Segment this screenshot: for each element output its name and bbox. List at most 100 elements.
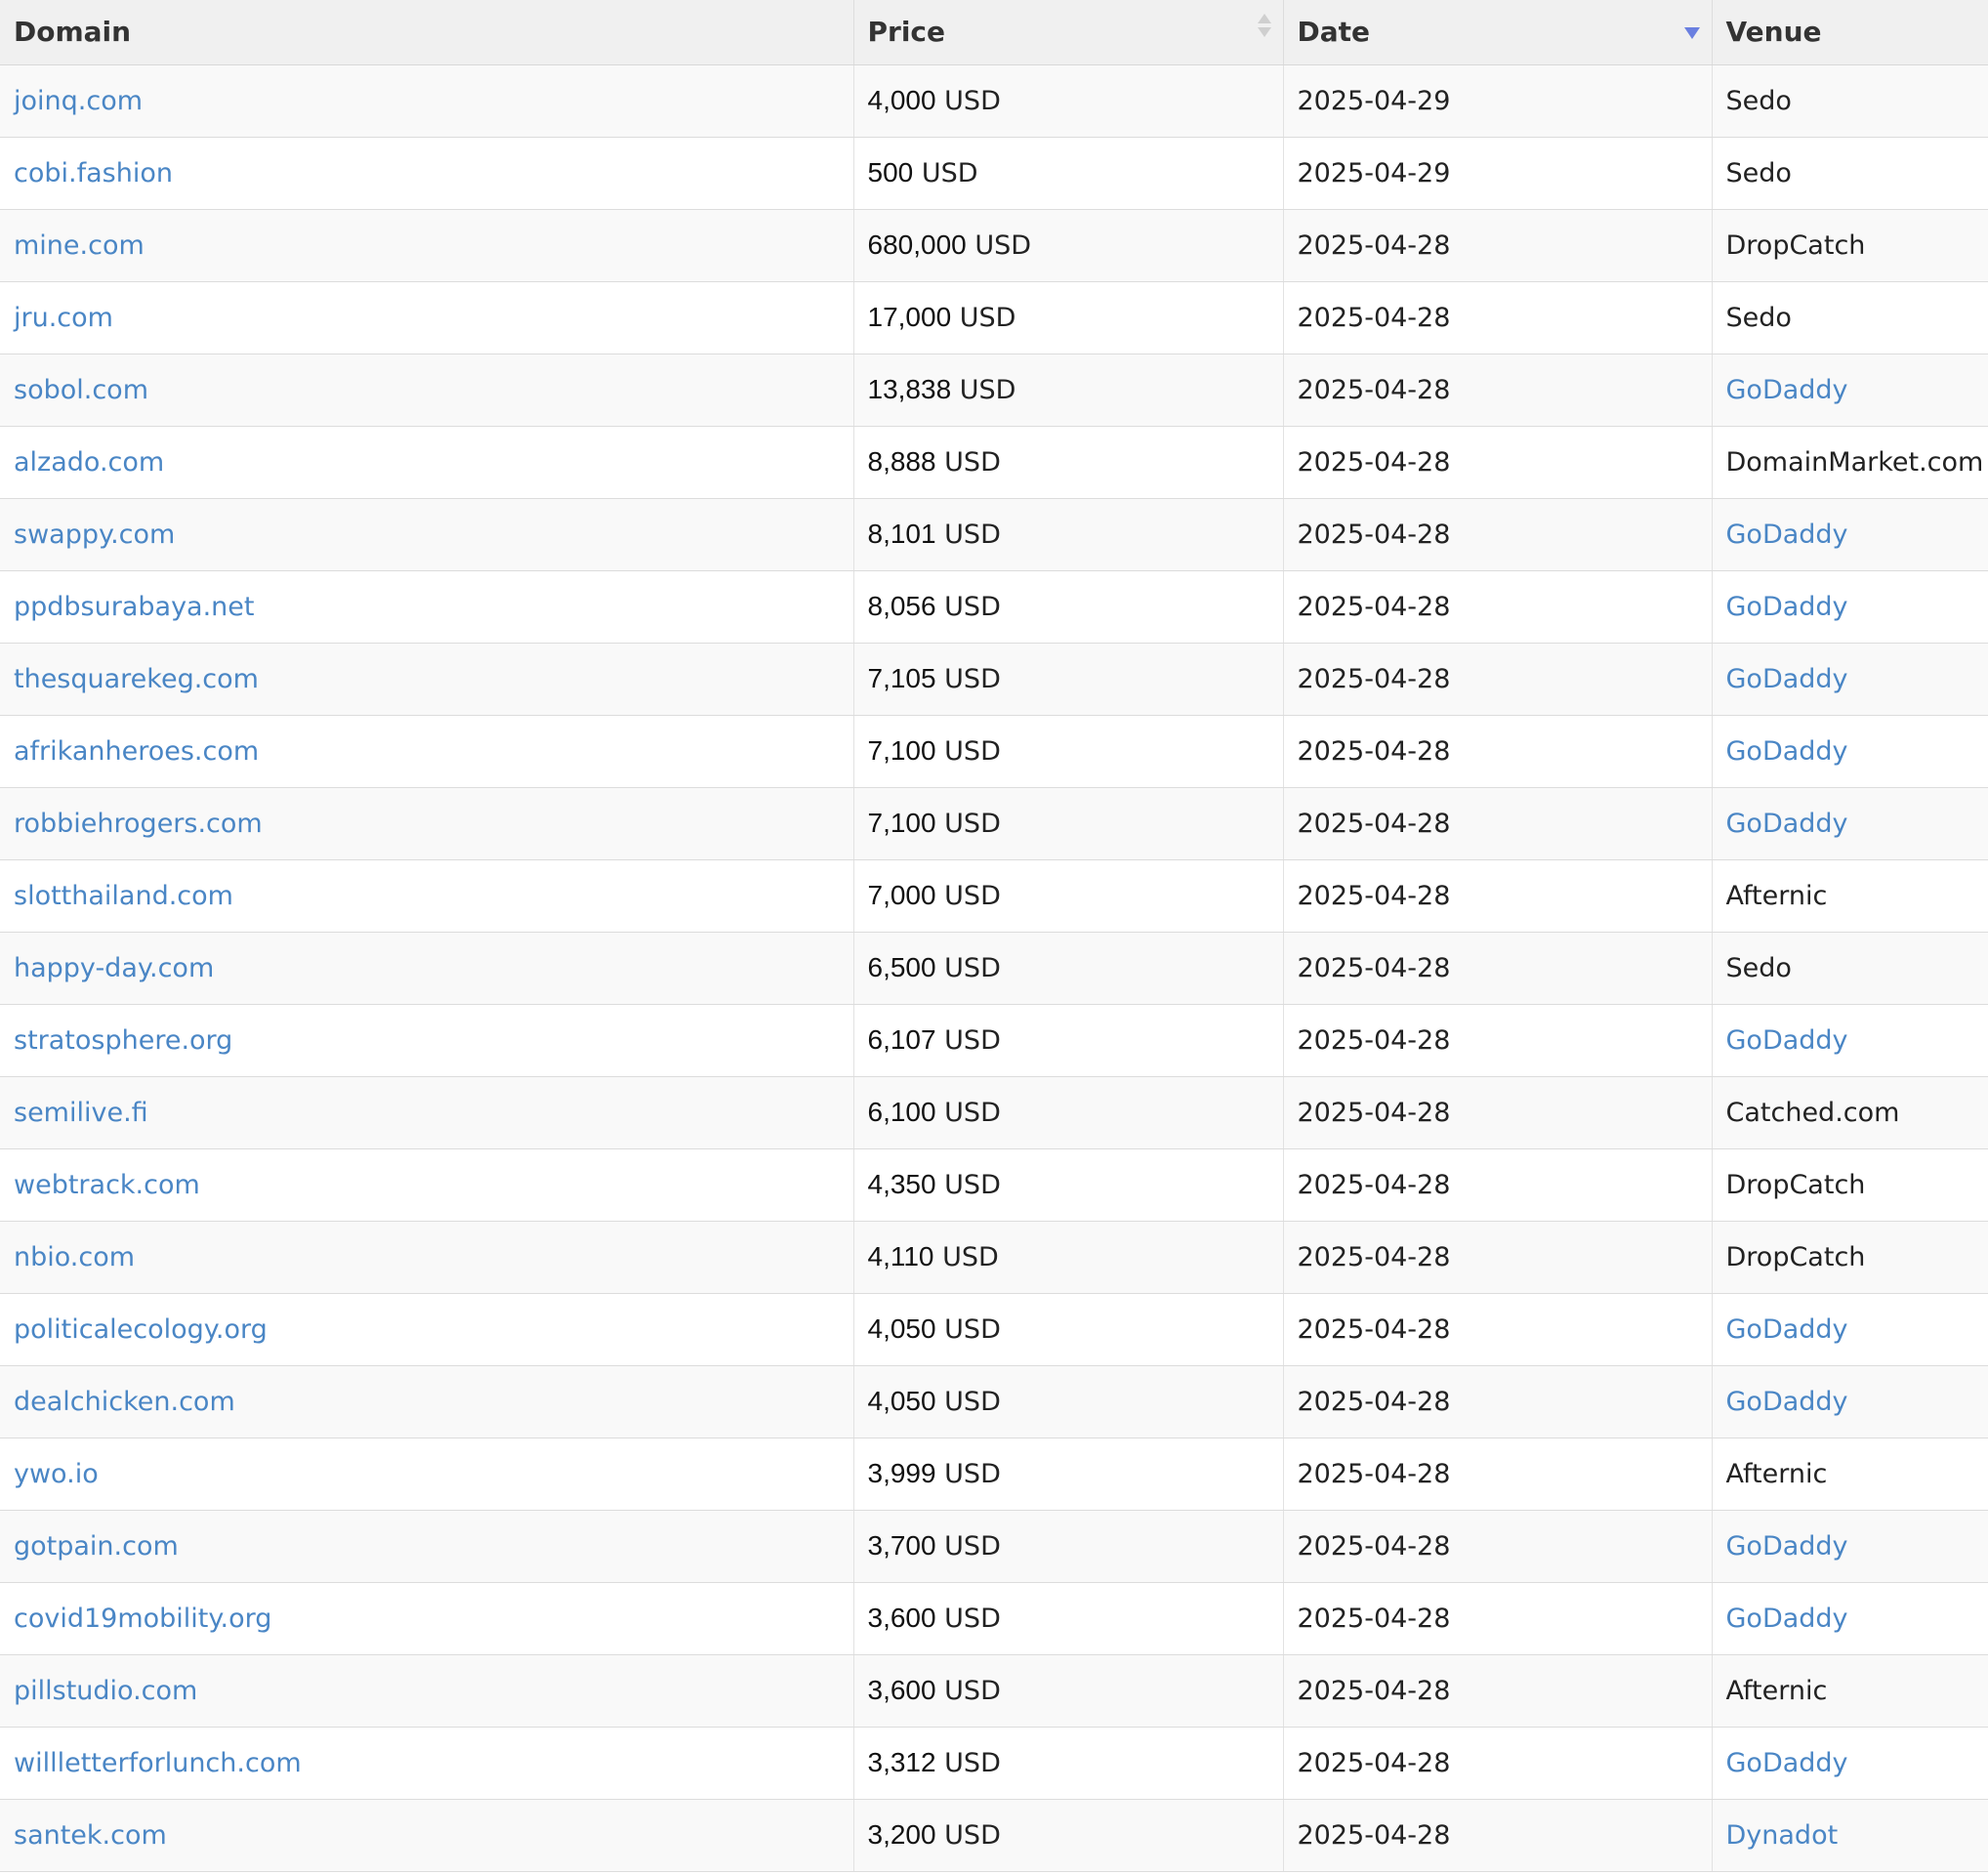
price-currency: USD <box>944 447 1001 478</box>
table-row: cobi.fashion 500 USD 2025-04-29 Sedo <box>0 137 1988 210</box>
domain-link[interactable]: politicalecology.org <box>14 1314 268 1345</box>
column-header-price[interactable]: Price <box>852 0 1283 65</box>
price-currency: USD <box>944 1820 1001 1851</box>
price-amount: 4,050 <box>867 1313 936 1344</box>
price-currency: USD <box>959 375 1016 405</box>
domain-cell: jru.com <box>0 281 853 354</box>
table-body: joinq.com 4,000 USD 2025-04-29 Sedo cobi.fas… <box>0 64 1988 1872</box>
table-row: mine.com 680,000 USD 2025-04-28 DropCatch <box>0 209 1988 282</box>
price-currency: USD <box>944 1459 1001 1489</box>
venue-link[interactable]: GoDaddy <box>1726 736 1848 767</box>
sort-descending-icon[interactable] <box>1683 27 1700 39</box>
venue-cell: Sedo <box>1711 64 1988 138</box>
venue-cell: DropCatch <box>1711 1221 1988 1294</box>
price-cell: 3,312 USD <box>852 1727 1283 1800</box>
domain-link[interactable]: swappy.com <box>14 520 175 550</box>
price-currency: USD <box>944 809 1001 839</box>
domain-link[interactable]: joinq.com <box>14 86 143 116</box>
venue-link[interactable]: GoDaddy <box>1726 1025 1848 1056</box>
domain-link[interactable]: dealchicken.com <box>14 1387 235 1417</box>
date-cell: 2025-04-28 <box>1282 787 1712 860</box>
table-row: jru.com 17,000 USD 2025-04-28 Sedo <box>0 281 1988 354</box>
venue-link[interactable]: GoDaddy <box>1726 809 1848 839</box>
price-amount: 680,000 <box>867 229 967 260</box>
venue-link[interactable]: GoDaddy <box>1726 1748 1848 1778</box>
date-cell: 2025-04-28 <box>1282 426 1712 499</box>
domain-link[interactable]: santek.com <box>14 1820 167 1851</box>
venue-link[interactable]: GoDaddy <box>1726 592 1848 622</box>
domain-link[interactable]: slotthailand.com <box>14 881 233 911</box>
domain-link[interactable]: afrikanheroes.com <box>14 736 259 767</box>
price-currency: USD <box>974 230 1032 261</box>
price-amount: 3,999 <box>867 1458 936 1488</box>
domain-link[interactable]: pillstudio.com <box>14 1676 197 1706</box>
venue-link[interactable]: GoDaddy <box>1726 1314 1848 1345</box>
price-currency: USD <box>944 664 1001 694</box>
price-amount: 6,100 <box>867 1097 936 1127</box>
date-cell: 2025-04-28 <box>1282 859 1712 933</box>
table-row: thesquarekeg.com 7,105 USD 2025-04-28 GoDad… <box>0 643 1988 716</box>
date-cell: 2025-04-28 <box>1282 1799 1712 1872</box>
venue-cell: GoDaddy <box>1711 643 1988 716</box>
table-row: robbiehrogers.com 7,100 USD 2025-04-28 GoDa… <box>0 787 1988 860</box>
domain-link[interactable]: happy-day.com <box>14 953 214 983</box>
price-cell: 4,000 USD <box>852 64 1283 138</box>
domain-link[interactable]: ywo.io <box>14 1459 99 1489</box>
domain-link[interactable]: nbio.com <box>14 1242 135 1272</box>
domain-link[interactable]: willletterforlunch.com <box>14 1748 302 1778</box>
venue-link[interactable]: GoDaddy <box>1726 1531 1848 1562</box>
date-cell: 2025-04-28 <box>1282 1510 1712 1583</box>
domain-link[interactable]: webtrack.com <box>14 1170 200 1200</box>
venue-text: Afternic <box>1725 1675 1828 1706</box>
venue-link[interactable]: GoDaddy <box>1726 1387 1848 1417</box>
price-cell: 680,000 USD <box>852 209 1283 282</box>
venue-link[interactable]: GoDaddy <box>1726 1604 1848 1634</box>
domain-link[interactable]: semilive.fi <box>14 1098 148 1128</box>
domain-link[interactable]: cobi.fashion <box>14 158 173 188</box>
price-amount: 13,838 <box>867 374 952 404</box>
domain-link[interactable]: stratosphere.org <box>14 1025 232 1056</box>
venue-link[interactable]: GoDaddy <box>1726 520 1848 550</box>
date-cell: 2025-04-28 <box>1282 281 1712 354</box>
domain-link[interactable]: alzado.com <box>14 447 164 478</box>
sort-unsorted-icon[interactable] <box>1257 14 1271 49</box>
venue-link[interactable]: GoDaddy <box>1726 375 1848 405</box>
domain-cell: semilive.fi <box>0 1076 853 1149</box>
venue-cell: GoDaddy <box>1711 1582 1988 1655</box>
price-amount: 7,100 <box>867 808 936 838</box>
price-cell: 13,838 USD <box>852 354 1283 427</box>
column-header-date[interactable]: Date <box>1282 0 1712 65</box>
venue-link[interactable]: Dynadot <box>1726 1820 1839 1851</box>
domain-link[interactable]: thesquarekeg.com <box>14 664 259 694</box>
domain-link[interactable]: jru.com <box>14 303 113 333</box>
domain-link[interactable]: gotpain.com <box>14 1531 179 1562</box>
column-header-domain[interactable]: Domain <box>0 0 853 65</box>
column-header-venue[interactable]: Venue <box>1711 0 1988 65</box>
table-row: santek.com 3,200 USD 2025-04-28 Dynadot <box>0 1799 1988 1872</box>
venue-text: Sedo <box>1725 952 1792 983</box>
domain-link[interactable]: ppdbsurabaya.net <box>14 592 254 622</box>
price-cell: 8,888 USD <box>852 426 1283 499</box>
price-amount: 7,105 <box>867 663 936 693</box>
table-row: ppdbsurabaya.net 8,056 USD 2025-04-28 GoDad… <box>0 570 1988 644</box>
domain-cell: santek.com <box>0 1799 853 1872</box>
domain-link[interactable]: covid19mobility.org <box>14 1604 271 1634</box>
price-cell: 7,100 USD <box>852 715 1283 788</box>
venue-text: Sedo <box>1725 157 1792 188</box>
date-cell: 2025-04-28 <box>1282 209 1712 282</box>
price-currency: USD <box>944 1676 1001 1706</box>
venue-link[interactable]: GoDaddy <box>1726 664 1848 694</box>
price-cell: 4,110 USD <box>852 1221 1283 1294</box>
venue-cell: Sedo <box>1711 281 1988 354</box>
venue-cell: GoDaddy <box>1711 1727 1988 1800</box>
domain-link[interactable]: robbiehrogers.com <box>14 809 263 839</box>
venue-text: DropCatch <box>1725 1169 1866 1200</box>
domain-cell: joinq.com <box>0 64 853 138</box>
price-currency: USD <box>944 953 1001 983</box>
price-amount: 17,000 <box>867 302 952 332</box>
domain-link[interactable]: mine.com <box>14 230 145 261</box>
domain-link[interactable]: sobol.com <box>14 375 148 405</box>
date-cell: 2025-04-28 <box>1282 1148 1712 1222</box>
venue-cell: DomainMarket.com <box>1711 426 1988 499</box>
price-currency: USD <box>959 303 1016 333</box>
